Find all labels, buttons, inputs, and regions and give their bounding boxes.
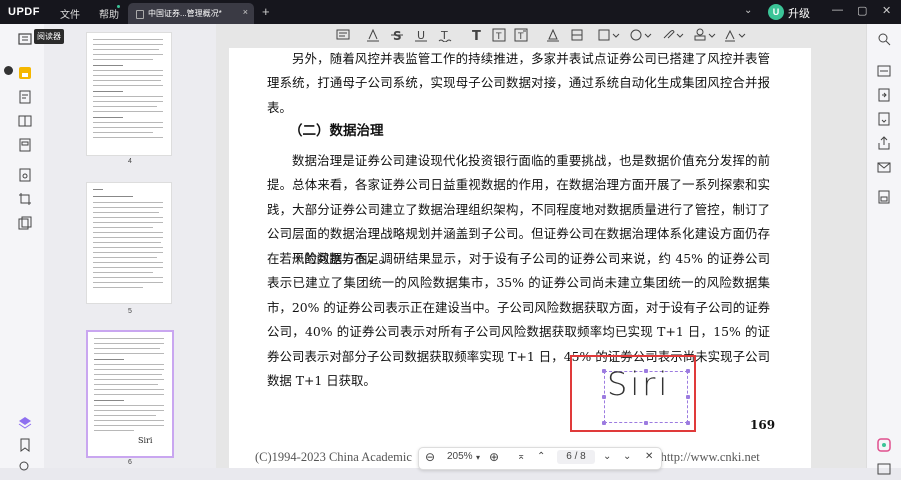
layers-icon[interactable] [18,416,32,430]
tabs-dropdown-button[interactable]: ⌄ [744,5,752,16]
tab-title: 中国证券...管理概况* [148,9,222,18]
close-nav-bar-button[interactable]: ✕ [645,451,653,462]
next-page-button[interactable]: ⌄ [603,451,611,462]
signature-text: Siri [607,365,671,403]
section-heading: （二）数据治理 [289,123,384,139]
signature-icon[interactable] [724,28,746,45]
paragraph-1: 另外，随着风控并表监管工作的持续推进，多家并表试点证券公司已搭建了风控并表管理系… [267,51,770,115]
footer-copyright: (C)1994-2023 China Academic [255,450,412,464]
form-icon[interactable] [18,138,32,152]
copy-pages-icon[interactable] [18,216,32,230]
menu-file[interactable]: 文件 [60,6,80,21]
thumbnail-page-number: 4 [128,158,132,165]
close-window-button[interactable]: ✕ [882,4,891,17]
text-icon[interactable]: T [470,28,484,45]
bookmark-icon[interactable] [18,438,32,452]
right-tool-rail [866,24,901,475]
document-icon [136,10,144,19]
reader-tooltip: 阅读器 [34,29,64,44]
reader-mode-icon[interactable] [18,32,32,46]
protect-icon[interactable] [18,168,32,182]
title-bar: UPDF 文件 帮助 中国证券...管理概况* × + ⌄ U 升级 — ▢ ✕ [0,0,901,24]
app-logo: UPDF [8,6,40,18]
thumbnail-page-5[interactable] [86,182,172,304]
highlight-icon[interactable] [366,28,380,45]
textbox-icon[interactable]: T [492,28,506,45]
resize-handle[interactable] [602,395,606,399]
collapse-panel-handle[interactable] [4,66,13,75]
comment-icon[interactable] [336,28,350,45]
save-icon[interactable] [877,190,891,204]
page-separator: / [574,451,578,462]
svg-text:T: T [517,32,524,42]
search-icon[interactable] [877,32,891,46]
ocr-icon[interactable] [877,64,891,78]
left-tool-rail [0,24,45,471]
share-icon[interactable] [877,136,891,150]
thumbnail-signature: Siri [138,436,153,445]
organize-pages-icon[interactable] [18,114,32,128]
resize-handle[interactable] [686,421,690,425]
compress-icon[interactable] [877,112,891,126]
strikethrough-icon[interactable]: S [390,28,404,45]
zoom-out-button[interactable]: ⊖ [425,450,435,464]
zoom-dropdown-icon[interactable]: ▾ [476,453,480,462]
menu-help[interactable]: 帮助 [99,6,119,21]
upgrade-button[interactable]: U 升级 [768,4,816,20]
thumbnail-page-number: 5 [128,308,132,315]
document-tab[interactable]: 中国证券...管理概况* × [128,3,254,24]
resize-handle[interactable] [686,395,690,399]
shape-icon[interactable] [598,28,620,45]
email-icon[interactable] [877,160,891,174]
thumbnail-page-number: 6 [128,459,132,466]
prev-page-button[interactable]: ⌃ [537,451,545,462]
notification-dot [117,5,120,8]
last-page-button[interactable]: ⌄ [623,451,631,462]
resize-handle[interactable] [602,369,606,373]
search-panel-icon[interactable] [18,460,32,474]
minimize-button[interactable]: — [832,4,843,16]
page-indicator[interactable]: 6 / 8 [557,450,595,464]
zoom-in-button[interactable]: ⊕ [489,450,499,464]
underline-icon[interactable]: U [414,28,428,45]
convert-icon[interactable] [877,88,891,102]
total-pages: 8 [580,451,586,462]
edit-pdf-icon[interactable] [18,90,32,104]
zoom-level[interactable]: 205% [447,451,473,462]
ai-assistant-icon[interactable] [877,438,891,452]
attach-icon[interactable] [662,28,684,45]
upgrade-label: 升级 [788,8,810,20]
annotation-toolbar: S U T T T T [330,28,750,48]
panel-icon[interactable] [877,462,891,476]
pdf-page: 另外，随着风控并表监管工作的持续推进，多家并表试点证券公司已搭建了风控并表管理系… [229,48,811,468]
page-number-label: 169 [750,418,776,432]
tab-close-button[interactable]: × [243,7,248,17]
thumbnail-panel: 4 5 Siri 6 [44,24,216,468]
first-page-button[interactable]: ⌅ [517,451,525,462]
squiggly-icon[interactable]: T [438,28,452,45]
eraser-icon[interactable] [570,28,584,45]
signature-annotation[interactable]: Siri [570,355,696,432]
page-navigation-bar: ⊖ 205% ▾ ⊕ ⌅ ⌃ 6 / 8 ⌄ ⌄ ✕ [418,447,662,470]
resize-handle[interactable] [686,369,690,373]
resize-handle[interactable] [644,421,648,425]
sticker-icon[interactable] [630,28,652,45]
pencil-icon[interactable] [546,28,560,45]
comment-mode-icon[interactable] [18,66,32,80]
upgrade-badge: U [768,4,784,20]
new-tab-button[interactable]: + [262,4,270,19]
svg-text:T: T [495,32,502,42]
maximize-button[interactable]: ▢ [857,4,867,17]
svg-text:T: T [472,29,481,42]
stamp-icon[interactable] [694,28,716,45]
thumbnail-page-6-active[interactable]: Siri [86,330,174,458]
thumbnail-page-4[interactable] [86,32,172,156]
resize-handle[interactable] [602,421,606,425]
crop-icon[interactable] [18,192,32,206]
current-page[interactable]: 6 [566,451,572,462]
svg-text:U: U [417,29,425,42]
text-callout-icon[interactable]: T [514,28,528,45]
